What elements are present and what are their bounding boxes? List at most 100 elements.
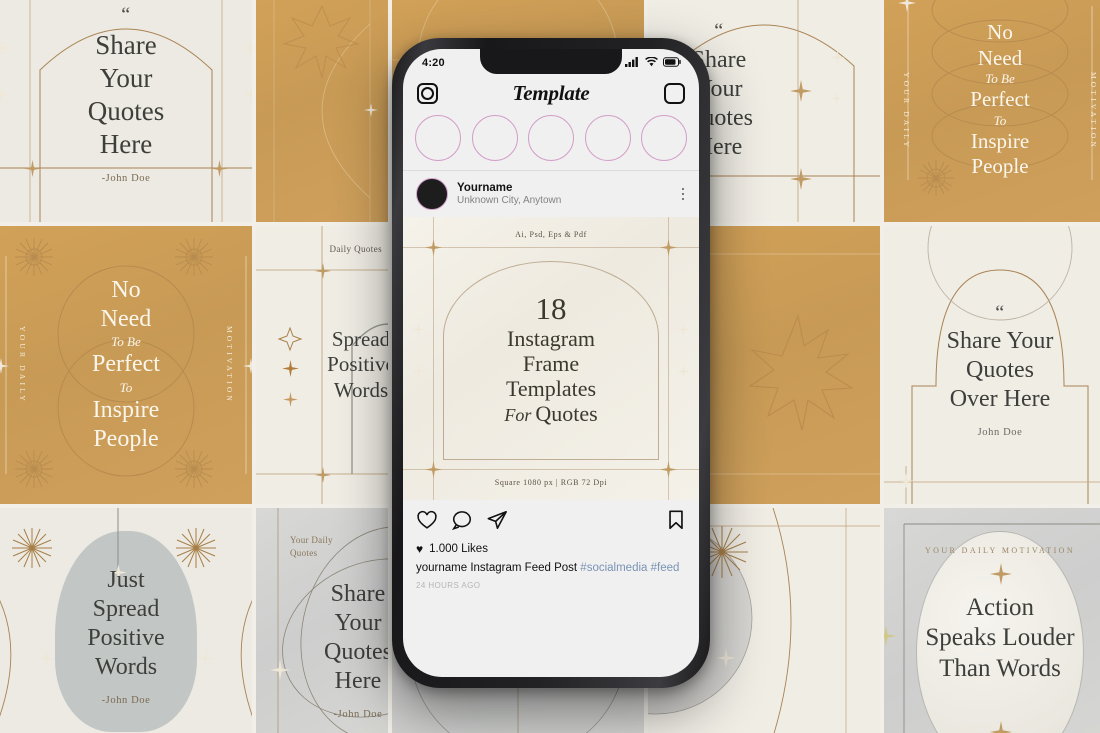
story-avatar[interactable] (641, 115, 687, 161)
tile-byline: John Doe (977, 426, 1023, 438)
quote-mark: “ (714, 20, 724, 43)
tile-action-speaks-louder-gray: YOUR DAILY MOTIVATION Action Speaks Loud… (884, 508, 1100, 733)
quote-line: Spread (92, 595, 160, 622)
quote-line: People (971, 154, 1029, 179)
quote-line: Words (333, 377, 388, 402)
post-timestamp: 24 HOURS AGO (416, 581, 481, 590)
battery-icon (663, 54, 682, 72)
post-image-line: Templates (505, 376, 597, 402)
story-avatar[interactable] (471, 115, 518, 161)
phone-screen: 4:20 Template Yourname Unknown City, Any… (403, 49, 699, 677)
caption-username[interactable]: yourname (416, 562, 467, 574)
tile-side-label-right: MOTIVATION (1089, 71, 1098, 151)
post-image-number: 18 (535, 290, 567, 326)
tile-quote: “ Share Your Quotes Here -John Doe (82, 0, 171, 191)
post-header: Yourname Unknown City, Anytown (403, 170, 699, 217)
wifi-icon (645, 54, 658, 72)
status-time: 4:20 (422, 56, 445, 69)
tile-side-label-left: YOUR DAILY (18, 326, 27, 404)
likes-count: 1.000 Likes (429, 543, 488, 555)
messenger-icon[interactable] (663, 82, 685, 104)
quote-line: Inspire (970, 128, 1030, 153)
heart-filled-icon: ♥ (416, 542, 424, 556)
cellular-signal-icon (625, 54, 640, 72)
tile-no-need-to-be-perfect-left: YOUR DAILY MOTIVATION No Need To Be Perf… (0, 226, 252, 504)
tile-quote: Share Your Quotes Here -John Doe (318, 574, 388, 728)
quote-line: Inspire (92, 396, 160, 423)
tile-gold-pattern-a (256, 0, 388, 222)
quote-line: Words (94, 654, 158, 681)
tile-eyebrow: Daily Quotes (329, 244, 382, 254)
quote-line: To Be (985, 71, 1015, 87)
tile-side-label-left: YOUR DAILY (902, 72, 911, 150)
quote-line: To (119, 379, 133, 395)
post-caption: yourname Instagram Feed Post #socialmedi… (403, 559, 699, 576)
story-avatar[interactable] (415, 115, 461, 161)
tile-no-need-to-be-perfect-top: YOUR DAILY MOTIVATION No Need To Be Perf… (884, 0, 1100, 222)
post-image: Ai, Psd, Eps & Pdf 18 Instagram Frame Te… (403, 217, 699, 500)
quote-line: Share Your (946, 327, 1054, 354)
tile-your-daily-quotes-gray: Your Daily Quotes Share Your Quotes Here… (256, 508, 388, 733)
quote-line: Just (107, 566, 145, 593)
quote-line: People (93, 425, 159, 452)
tile-eyebrow: YOUR DAILY MOTIVATION (924, 546, 1076, 555)
tile-just-spread-positive-words: Just Spread Positive Words -John Doe (0, 508, 252, 733)
quote-line: Need (100, 306, 152, 333)
post-image-text: 18 Instagram Frame Templates For Quotes (403, 217, 699, 500)
post-likes: ♥ 1.000 Likes (403, 540, 699, 559)
tile-quote: Just Spread Positive Words -John Doe (81, 560, 170, 714)
post-image-line: Instagram (507, 325, 595, 351)
caption-hashtags[interactable]: #socialmedia #feed (580, 562, 679, 574)
quote-line: Quotes (966, 357, 1034, 384)
mockup-scene: “ Share Your Quotes Here -John Doe “ Sha… (0, 0, 1100, 733)
avatar[interactable] (416, 178, 448, 210)
story-avatar[interactable] (584, 115, 631, 161)
quote-line: Here (334, 668, 382, 695)
post-image-line: Frame (522, 351, 580, 376)
quote-line: Your (334, 609, 382, 636)
camera-icon[interactable] (417, 82, 438, 104)
more-options-icon[interactable] (681, 187, 687, 201)
tile-quote: Spread Positive Words (321, 321, 388, 410)
quote-line: Perfect (92, 351, 160, 378)
post-username[interactable]: Yourname (457, 181, 673, 195)
tile-quote: Action Speaks Louder Than Words (919, 587, 1080, 691)
quote-line: Your (99, 62, 153, 93)
tile-ornament (256, 0, 388, 222)
quote-line: Than Words (939, 654, 1061, 682)
post-location[interactable]: Unknown City, Anytown (457, 195, 673, 208)
comment-icon[interactable] (451, 509, 473, 536)
tile-quote: No Need To Be Perfect To Inspire People (964, 14, 1035, 186)
post-image-for-word: For (504, 405, 532, 426)
bookmark-icon[interactable] (666, 509, 686, 536)
tile-share-your-quotes-here: “ Share Your Quotes Here -John Doe (0, 0, 252, 222)
quote-line: Share (330, 580, 386, 607)
quote-line: Action (965, 593, 1035, 621)
tile-byline: -John Doe (333, 708, 383, 720)
send-icon[interactable] (486, 509, 508, 536)
quote-line: Positive (327, 352, 388, 377)
quote-line: Over Here (949, 386, 1051, 413)
post-image-quotes-word: Quotes (535, 401, 598, 427)
quote-line: Quotes (87, 95, 165, 126)
tile-side-label-right: MOTIVATION (225, 325, 234, 405)
tile-eyebrow: Your Daily Quotes (290, 535, 333, 559)
tile-quote: “ Share Your Quotes Over Here John Doe (941, 295, 1060, 446)
instagram-header: Template (403, 76, 699, 110)
quote-line: Speaks Louder (925, 624, 1075, 652)
quote-line: To Be (111, 334, 141, 350)
tile-byline: -John Doe (101, 694, 151, 706)
quote-mark: “ (995, 301, 1005, 324)
heart-icon[interactable] (416, 509, 438, 536)
caption-text: Instagram Feed Post (470, 562, 578, 574)
quote-line: To (993, 112, 1007, 128)
quote-mark: “ (121, 3, 131, 26)
story-avatar[interactable] (528, 115, 574, 161)
post-image-line-4: For Quotes (504, 401, 597, 426)
phone-mockup: 4:20 Template Yourname Unknown City, Any… (392, 38, 710, 688)
status-icons (625, 54, 682, 72)
post-actions (403, 500, 699, 540)
phone-notch (480, 49, 622, 74)
quote-line: No (111, 276, 141, 303)
quote-line: Here (99, 128, 153, 159)
